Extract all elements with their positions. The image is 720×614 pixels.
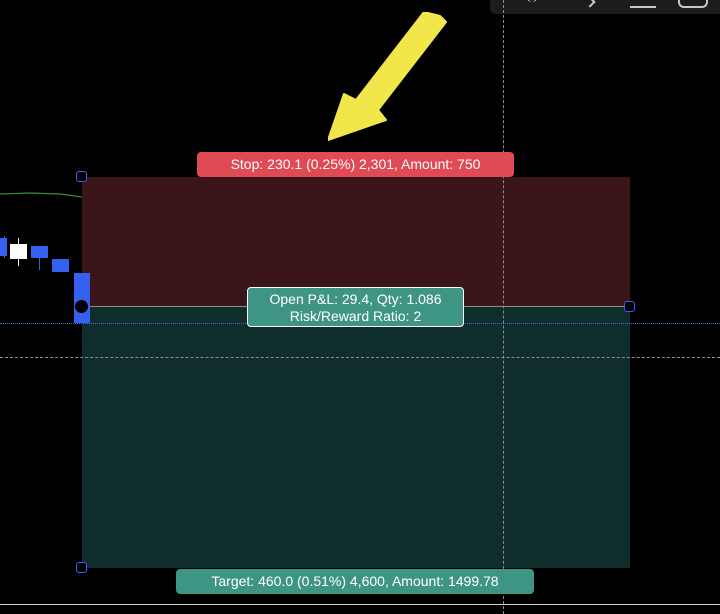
candle-bar bbox=[74, 273, 90, 323]
target-left-handle[interactable] bbox=[76, 562, 87, 573]
arrow-down-left-icon bbox=[328, 12, 447, 141]
magnet-icon[interactable] bbox=[526, 0, 538, 2]
open-pnl-text: Open P&L: 29.4, Qty: 1.086 bbox=[269, 291, 442, 307]
entry-point-marker[interactable] bbox=[75, 300, 88, 313]
candle-bar bbox=[0, 238, 7, 256]
crosshair-horizontal-line bbox=[0, 357, 720, 358]
target-label[interactable]: Target: 460.0 (0.51%) 4,600, Amount: 149… bbox=[176, 569, 534, 594]
entry-right-handle[interactable] bbox=[624, 301, 635, 312]
crosshair-vertical-line bbox=[503, 0, 504, 614]
chart-bottom-border bbox=[0, 604, 720, 605]
risk-reward-text: Risk/Reward Ratio: 2 bbox=[289, 308, 422, 324]
candle-bar bbox=[31, 246, 48, 258]
ruler-icon[interactable] bbox=[678, 0, 708, 8]
chart-canvas[interactable]: Stop: 230.1 (0.25%) 2,301, Amount: 750 O… bbox=[0, 0, 720, 614]
stop-label[interactable]: Stop: 230.1 (0.25%) 2,301, Amount: 750 bbox=[197, 152, 514, 177]
candle-bar bbox=[10, 244, 27, 259]
candle-bar bbox=[52, 259, 69, 272]
pnl-label[interactable]: Open P&L: 29.4, Qty: 1.086 Risk/Reward R… bbox=[247, 287, 464, 327]
target-zone[interactable] bbox=[82, 307, 630, 568]
chevron-right-icon[interactable] bbox=[586, 0, 594, 6]
drawing-toolbar bbox=[490, 0, 720, 14]
stop-left-handle[interactable] bbox=[76, 171, 87, 182]
measure-icon[interactable] bbox=[630, 0, 656, 8]
